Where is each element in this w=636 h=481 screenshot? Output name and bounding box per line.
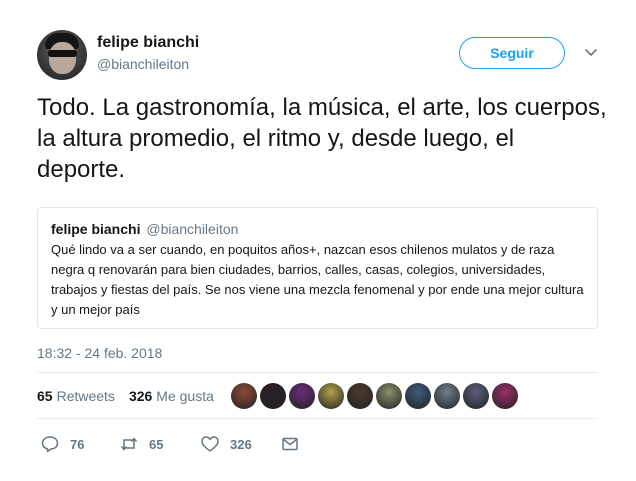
reply-icon [41, 436, 59, 453]
direct-message-button[interactable] [280, 432, 310, 456]
retweet-icon [120, 437, 138, 451]
reply-button[interactable]: 76 [40, 432, 84, 456]
retweets-count: 65 [37, 388, 53, 404]
liker-avatar[interactable] [434, 383, 460, 409]
retweet-button[interactable]: 65 [119, 432, 163, 456]
liker-avatars [231, 383, 521, 409]
divider [37, 418, 598, 419]
liker-avatar[interactable] [376, 383, 402, 409]
tweet-header: felipe bianchi @bianchileiton Seguir [37, 30, 617, 80]
author-handle[interactable]: @bianchileiton [97, 56, 189, 72]
liker-avatar[interactable] [347, 383, 373, 409]
quoted-tweet-header: felipe bianchi @bianchileiton [51, 221, 238, 237]
tweet-timestamp[interactable]: 18:32 - 24 feb. 2018 [37, 345, 162, 361]
liker-avatar[interactable] [492, 383, 518, 409]
retweets-label: Retweets [56, 388, 115, 404]
like-button[interactable]: 326 [200, 432, 252, 456]
tweet-text: Todo. La gastronomía, la música, el arte… [37, 94, 607, 183]
liker-avatar[interactable] [289, 383, 315, 409]
likes-count: 326 [128, 388, 153, 404]
quoted-tweet[interactable]: felipe bianchi @bianchileiton Qué lindo … [37, 207, 598, 329]
follow-button[interactable]: Seguir [459, 37, 565, 69]
like-count: 326 [230, 436, 252, 452]
divider [37, 372, 598, 373]
quoted-author-handle: @bianchileiton [146, 221, 239, 237]
liker-avatar[interactable] [231, 383, 257, 409]
envelope-icon [282, 437, 298, 451]
liker-avatar[interactable] [318, 383, 344, 409]
likes-label: Me gusta [156, 388, 214, 404]
liker-avatar[interactable] [405, 383, 431, 409]
quoted-tweet-text: Qué lindo va a ser cuando, en poquitos a… [51, 242, 584, 317]
chevron-down-icon[interactable] [583, 44, 599, 60]
author-name[interactable]: felipe bianchi [97, 34, 199, 52]
quoted-author-name: felipe bianchi [51, 221, 141, 237]
likes-stat[interactable]: 326 Me gusta [129, 388, 214, 404]
heart-icon [201, 436, 219, 452]
reply-count: 76 [70, 436, 85, 452]
tweet-actions: 76 65 326 [37, 432, 337, 456]
author-avatar[interactable] [37, 30, 87, 80]
tweet-stats: 65 Retweets 326 Me gusta [37, 388, 228, 404]
liker-avatar[interactable] [463, 383, 489, 409]
liker-avatar[interactable] [260, 383, 286, 409]
retweets-stat[interactable]: 65 Retweets [37, 388, 115, 404]
retweet-count: 65 [149, 436, 164, 452]
